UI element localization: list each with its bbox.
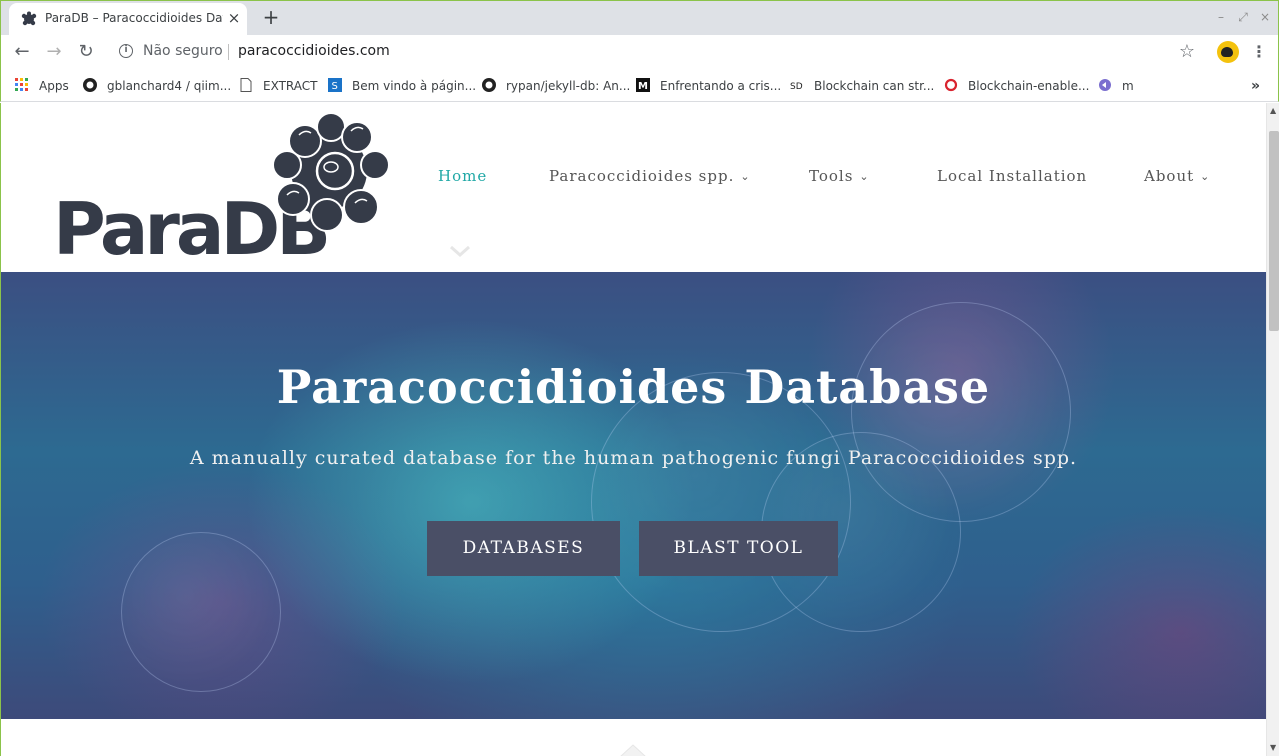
nav-label: About	[1144, 167, 1195, 185]
bookmark-gblanchard4[interactable]: gblanchard4 / qiim...	[83, 76, 231, 96]
site-header: ParaDB Home Paracoccidioides spp. ⌄ Tool…	[1, 103, 1266, 272]
chevron-down-icon: ⌄	[740, 170, 751, 183]
bookmarks-more-icon[interactable]: »	[1251, 76, 1260, 96]
nav-about[interactable]: About ⌄	[1144, 167, 1210, 191]
hero-title: Paracoccidioides Database	[276, 360, 991, 414]
minimize-icon[interactable]: –	[1213, 9, 1229, 25]
bookmark-label: Blockchain-enable...	[968, 79, 1090, 93]
section-caret-icon	[620, 744, 646, 756]
url-text[interactable]: paracoccidioides.com	[238, 43, 390, 59]
bookmark-blockchain-enable[interactable]: Blockchain-enable...	[944, 76, 1089, 96]
page-viewport: ParaDB Home Paracoccidioides spp. ⌄ Tool…	[0, 103, 1279, 756]
close-window-icon[interactable]: ×	[1257, 9, 1273, 25]
bookmark-label: rypan/jekyll-db: An...	[506, 79, 631, 93]
hero-banner: Paracoccidioides Database A manually cur…	[1, 272, 1266, 719]
close-tab-icon[interactable]: ×	[225, 9, 243, 27]
forward-icon[interactable]: →	[41, 39, 67, 65]
active-nav-caret-icon	[450, 245, 470, 258]
bookmark-star-icon[interactable]: ☆	[1175, 40, 1199, 64]
svg-text:S: S	[332, 81, 338, 92]
address-bar[interactable]: i Não seguro paracoccidioides.com	[111, 38, 1211, 66]
security-status: Não seguro	[143, 43, 223, 59]
bookmarks-bar: Apps gblanchard4 / qiim... EXTRACT S Bem …	[0, 70, 1279, 102]
bookmark-label: Bem vindo à págin...	[352, 79, 477, 93]
scroll-up-icon[interactable]: ▲	[1270, 106, 1276, 115]
nav-tools[interactable]: Tools ⌄	[809, 167, 870, 191]
bookmark-label: Apps	[39, 79, 69, 93]
browser-tab[interactable]: ParaDB – Paracoccidioides Database ×	[9, 3, 247, 36]
bookmark-label: m	[1122, 79, 1134, 93]
profile-avatar[interactable]	[1217, 41, 1239, 63]
s-icon: S	[328, 78, 342, 92]
nav-label: Local Installation	[937, 167, 1088, 185]
browser-tabstrip: ParaDB – Paracoccidioides Database × + –…	[0, 0, 1279, 36]
fungus-logo-icon	[272, 112, 390, 232]
nav-label: Paracoccidioides spp.	[549, 167, 735, 185]
bookmark-label: EXTRACT	[263, 79, 318, 93]
bookmark-enfrentando[interactable]: M Enfrentando a cris...	[636, 76, 781, 96]
paradb-favicon-icon	[21, 11, 37, 26]
o-icon	[944, 78, 958, 92]
bookmark-label: gblanchard4 / qiim...	[107, 79, 232, 93]
github-icon	[482, 78, 496, 92]
bookmark-apps[interactable]: Apps	[15, 76, 69, 96]
bookmark-label: Blockchain can str...	[814, 79, 935, 93]
github-icon	[83, 78, 97, 92]
page-icon	[240, 78, 252, 92]
bookmark-extract[interactable]: EXTRACT	[239, 76, 317, 96]
bookmark-blockchain-str[interactable]: SD Blockchain can str...	[790, 76, 934, 96]
new-tab-button[interactable]: +	[259, 6, 283, 30]
nav-home[interactable]: Home	[438, 167, 487, 191]
tab-title: ParaDB – Paracoccidioides Database	[45, 11, 223, 25]
apps-grid-icon	[15, 78, 28, 91]
svg-text:SD: SD	[790, 82, 803, 92]
site-logo[interactable]: ParaDB	[53, 111, 393, 271]
nav-label: Tools	[809, 167, 854, 185]
bookmark-jekyll-db[interactable]: rypan/jekyll-db: An...	[482, 76, 630, 96]
svg-text:M: M	[638, 81, 648, 92]
hero-subtitle: A manually curated database for the huma…	[189, 447, 1078, 469]
nav-paracoccidioides[interactable]: Paracoccidioides spp. ⌄	[549, 167, 751, 191]
nav-label: Home	[438, 167, 488, 185]
scroll-thumb[interactable]	[1269, 131, 1279, 331]
chevron-down-icon: ⌄	[859, 170, 870, 183]
m-icon	[1099, 79, 1111, 91]
databases-button[interactable]: DATABASES	[427, 521, 620, 576]
nav-local-installation[interactable]: Local Installation	[937, 167, 1087, 191]
restore-icon[interactable]: ⤢	[1235, 9, 1251, 25]
bookmark-bem-vindo[interactable]: S Bem vindo à págin...	[328, 76, 476, 96]
medium-icon: M	[636, 78, 650, 92]
browser-toolbar: ← → ↻ i Não seguro paracoccidioides.com …	[0, 35, 1279, 70]
chevron-down-icon: ⌄	[1200, 170, 1211, 183]
sd-icon: SD	[790, 82, 803, 92]
page-scrollbar[interactable]: ▲ ▼	[1266, 103, 1279, 756]
bookmark-label: Enfrentando a cris...	[660, 79, 782, 93]
reload-icon[interactable]: ↻	[73, 39, 99, 65]
bubble-decoration	[121, 532, 281, 692]
browser-menu-icon[interactable]: ⋮	[1251, 40, 1267, 64]
blast-tool-button[interactable]: BLAST TOOL	[639, 521, 838, 576]
info-icon[interactable]: i	[119, 44, 133, 58]
separator	[228, 44, 229, 60]
scroll-down-icon[interactable]: ▼	[1270, 743, 1276, 752]
bookmark-m[interactable]: m	[1098, 76, 1134, 96]
back-icon[interactable]: ←	[9, 39, 35, 65]
